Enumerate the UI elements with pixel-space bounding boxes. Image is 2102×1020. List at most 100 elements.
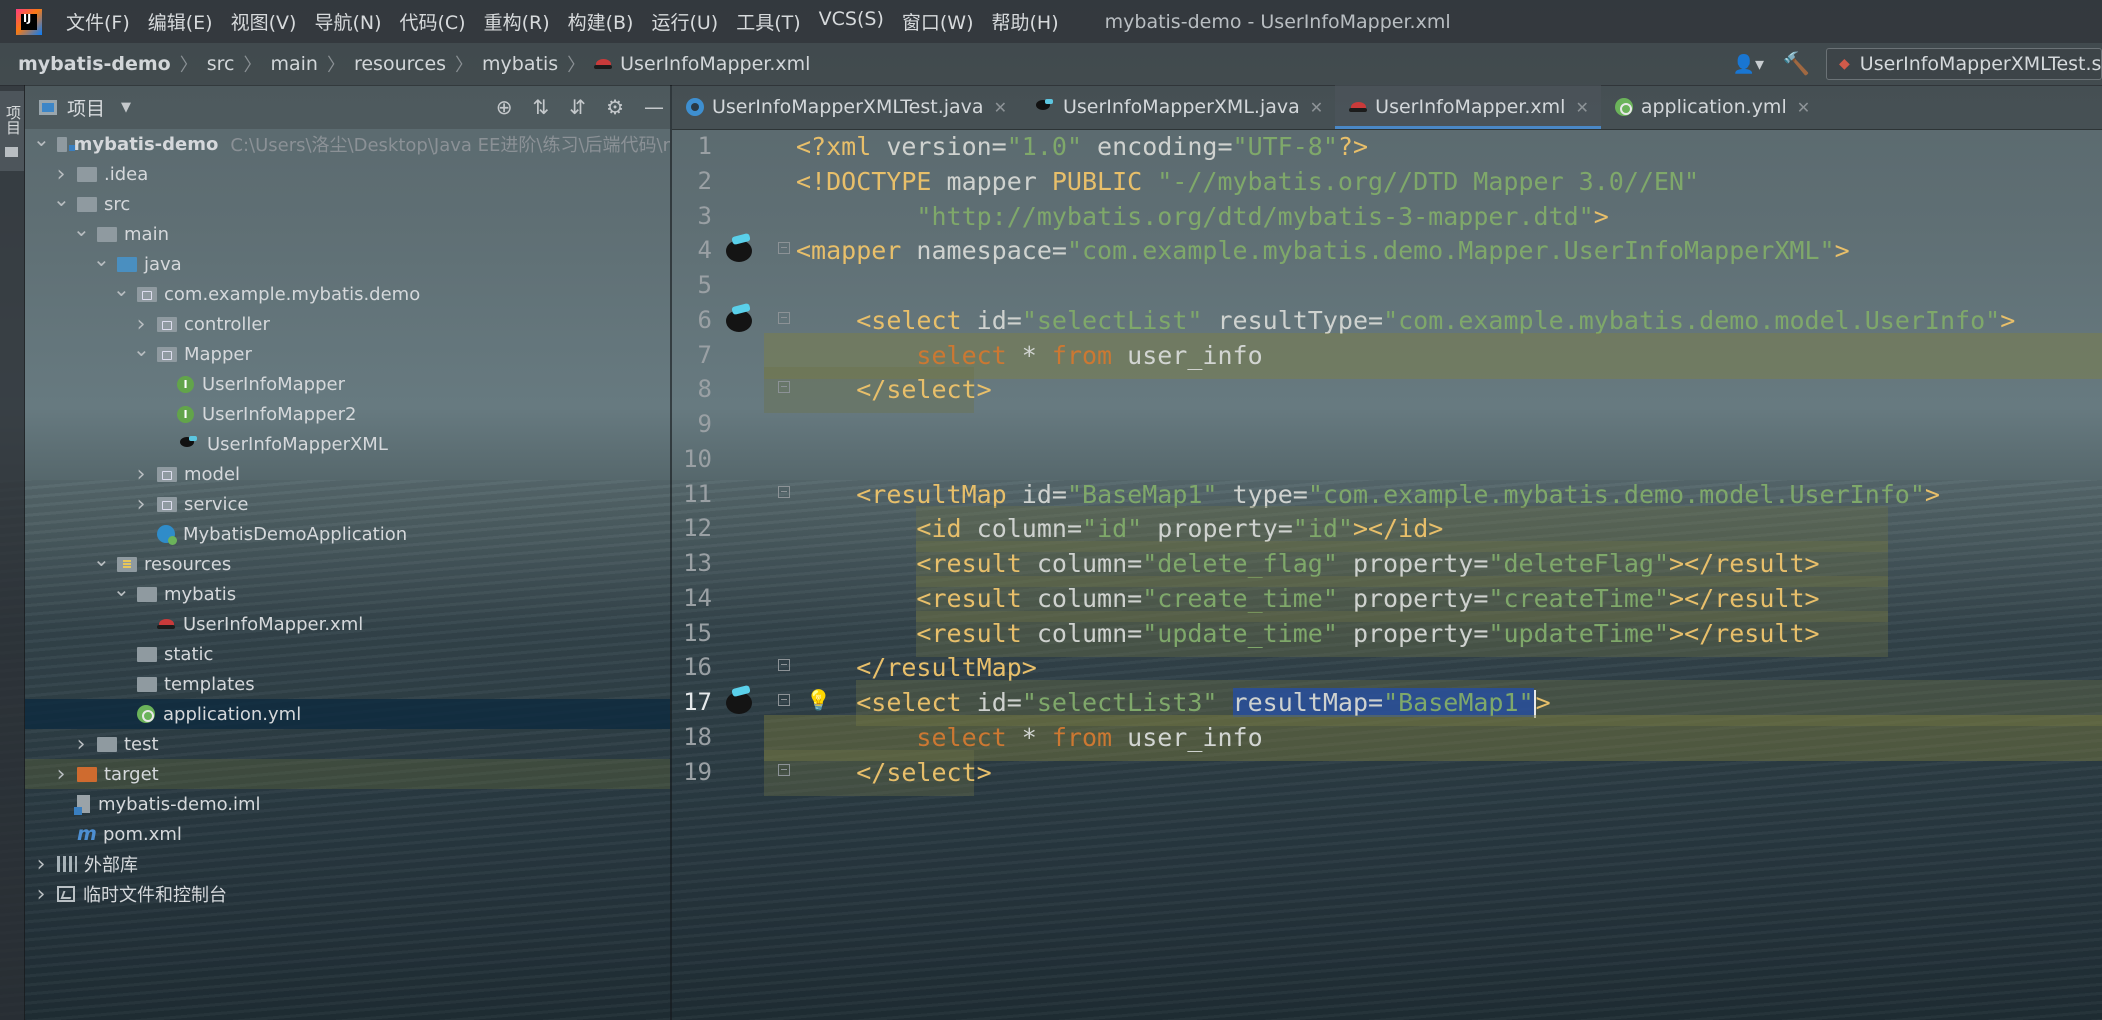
code-token: property xyxy=(1337,618,1474,648)
chevron-right-icon[interactable]: › xyxy=(133,312,149,337)
chevron-down-icon[interactable]: ⌄ xyxy=(93,547,110,571)
tree-item-label: controller xyxy=(184,313,270,335)
chevron-right-icon[interactable]: › xyxy=(53,162,69,187)
close-icon[interactable]: ✕ xyxy=(994,98,1007,117)
breadcrumb-item[interactable]: src xyxy=(207,53,235,75)
tree-item[interactable]: ⌄ mybatis xyxy=(25,577,670,609)
chevron-down-icon[interactable]: ⌄ xyxy=(113,577,130,601)
editor-tab[interactable]: UserInfoMapper.xml ✕ xyxy=(1335,85,1601,129)
mybatis-navigate-icon[interactable] xyxy=(722,684,756,718)
gear-icon[interactable]: ⚙ xyxy=(606,95,624,119)
tree-item[interactable]: ·UserInfoMapper.xml xyxy=(25,609,670,639)
menu-item[interactable]: 编辑(E) xyxy=(148,8,213,35)
breadcrumb-item[interactable]: resources xyxy=(354,53,446,75)
hide-panel-icon[interactable]: — xyxy=(644,95,664,119)
tree-item[interactable]: › target xyxy=(25,759,670,789)
tree-item[interactable]: ·mybatis-demo.iml xyxy=(25,789,670,819)
chevron-down-icon[interactable]: ⌄ xyxy=(133,337,150,361)
close-icon[interactable]: ✕ xyxy=(1575,98,1588,117)
fold-marker-icon[interactable] xyxy=(778,485,790,498)
menu-item[interactable]: 导航(N) xyxy=(314,8,381,35)
fold-marker-icon[interactable] xyxy=(778,381,790,394)
breadcrumb-item[interactable]: mybatis-demo xyxy=(18,53,171,75)
menu-item[interactable]: VCS(S) xyxy=(819,8,884,35)
editor-tab[interactable]: UserInfoMapperXMLTest.java ✕ xyxy=(672,85,1019,129)
fold-marker-icon[interactable] xyxy=(778,242,790,255)
menu-item[interactable]: 重构(R) xyxy=(484,8,550,35)
fold-marker-icon[interactable] xyxy=(778,694,790,706)
chevron-down-icon[interactable]: ⌄ xyxy=(113,277,130,301)
collapse-all-icon[interactable]: ⇵ xyxy=(569,95,586,119)
tree-item[interactable]: › 临时文件和控制台 xyxy=(25,879,670,909)
fold-marker-icon[interactable] xyxy=(778,311,790,324)
editor-tab[interactable]: UserInfoMapperXML.java ✕ xyxy=(1019,85,1335,129)
code-editor[interactable]: 1 <?xml version="1.0" encoding="UTF-8"?> 2… xyxy=(672,130,2102,1020)
xml-file-icon xyxy=(594,57,614,71)
menu-item[interactable]: 帮助(H) xyxy=(992,8,1059,35)
fold-marker-icon[interactable] xyxy=(778,763,790,776)
code-token: id xyxy=(976,688,1007,717)
run-configuration-selector[interactable]: ◆ UserInfoMapperXMLTest.s xyxy=(1826,48,2102,80)
tree-item[interactable]: › test xyxy=(25,729,670,759)
module-path-hint: C:\Users\洛尘\Desktop\Java EE进阶\练习\后端代码\r xyxy=(230,135,670,156)
chevron-down-icon[interactable]: ▼ xyxy=(121,100,131,115)
tree-item[interactable]: › .idea xyxy=(25,159,670,189)
tree-item[interactable]: ·MybatisDemoApplication xyxy=(25,519,670,549)
chevron-right-icon[interactable]: › xyxy=(53,762,69,787)
tree-item[interactable]: ⌄ com.example.mybatis.demo xyxy=(25,277,670,309)
menu-item[interactable]: 工具(T) xyxy=(736,8,800,35)
menu-item[interactable]: 运行(U) xyxy=(651,8,718,35)
chevron-right-icon[interactable]: › xyxy=(33,852,49,877)
code-token: id xyxy=(976,305,1007,335)
breadcrumb-item[interactable]: main xyxy=(270,53,317,75)
expand-all-icon[interactable]: ⇅ xyxy=(533,95,550,119)
chevron-down-icon[interactable]: ⌄ xyxy=(93,247,110,271)
tree-item[interactable]: ⌄ src xyxy=(25,187,670,219)
code-token: "BaseMap1" xyxy=(1383,688,1534,717)
tree-item[interactable]: ⌄ mybatis-demo C:\Users\洛尘\Desktop\Java EE… xyxy=(25,127,670,159)
tree-item-label: UserInfoMapper.xml xyxy=(183,613,364,635)
tree-item[interactable]: ⌄ main xyxy=(25,217,670,249)
tree-item[interactable]: ·IUserInfoMapper xyxy=(25,369,670,399)
project-panel-title[interactable]: 项目 xyxy=(67,94,105,121)
chevron-down-icon[interactable]: ⌄ xyxy=(33,127,50,151)
code-token: "com.example.mybatis.demo.model.UserInfo… xyxy=(1383,305,2001,335)
chevron-down-icon[interactable]: ⌄ xyxy=(53,187,70,211)
tree-item[interactable]: › 外部库 xyxy=(25,849,670,879)
tree-item[interactable]: ·application.yml xyxy=(25,699,670,729)
tree-item[interactable]: ·IUserInfoMapper2 xyxy=(25,399,670,429)
tree-item[interactable]: ·mpom.xml xyxy=(25,819,670,849)
breadcrumb-item[interactable]: mybatis xyxy=(482,53,558,75)
editor-tab[interactable]: application.yml ✕ xyxy=(1601,85,1822,129)
chevron-down-icon[interactable]: ⌄ xyxy=(73,217,90,241)
chevron-right-icon[interactable]: › xyxy=(133,462,149,487)
menu-item[interactable]: 视图(V) xyxy=(231,8,297,35)
user-account-icon[interactable]: 👤▾ xyxy=(1733,54,1765,75)
tree-item[interactable]: › service xyxy=(25,489,670,519)
tree-item[interactable]: › model xyxy=(25,459,670,489)
chevron-right-icon[interactable]: › xyxy=(33,882,49,907)
menu-item[interactable]: 构建(B) xyxy=(568,8,634,35)
menu-item[interactable]: 文件(F) xyxy=(66,8,130,35)
tree-item[interactable]: ⌄ resources xyxy=(25,547,670,579)
breadcrumb-item[interactable]: UserInfoMapper.xml xyxy=(620,53,810,75)
build-hammer-icon[interactable]: 🔨 xyxy=(1783,52,1810,77)
fold-marker-icon[interactable] xyxy=(778,659,790,672)
tree-item[interactable]: ⌄ java xyxy=(25,247,670,279)
chevron-right-icon[interactable]: › xyxy=(133,492,149,517)
tree-item[interactable]: ·static xyxy=(25,639,670,669)
menu-item[interactable]: 窗口(W) xyxy=(902,8,974,35)
mybatis-navigate-icon[interactable] xyxy=(722,232,756,266)
project-tool-window-button[interactable]: 项目 xyxy=(0,91,24,171)
tree-item[interactable]: › controller xyxy=(25,309,670,339)
chevron-right-icon[interactable]: › xyxy=(73,732,89,757)
mybatis-navigate-icon[interactable] xyxy=(722,302,756,336)
line-number: 4 xyxy=(697,236,712,265)
tree-item[interactable]: ⌄ Mapper xyxy=(25,337,670,369)
tree-item[interactable]: ·UserInfoMapperXML xyxy=(25,429,670,459)
close-icon[interactable]: ✕ xyxy=(1310,98,1323,117)
menu-item[interactable]: 代码(C) xyxy=(399,8,465,35)
close-icon[interactable]: ✕ xyxy=(1797,98,1810,117)
tree-item[interactable]: ·templates xyxy=(25,669,670,699)
locate-file-icon[interactable]: ⊕ xyxy=(496,95,513,119)
